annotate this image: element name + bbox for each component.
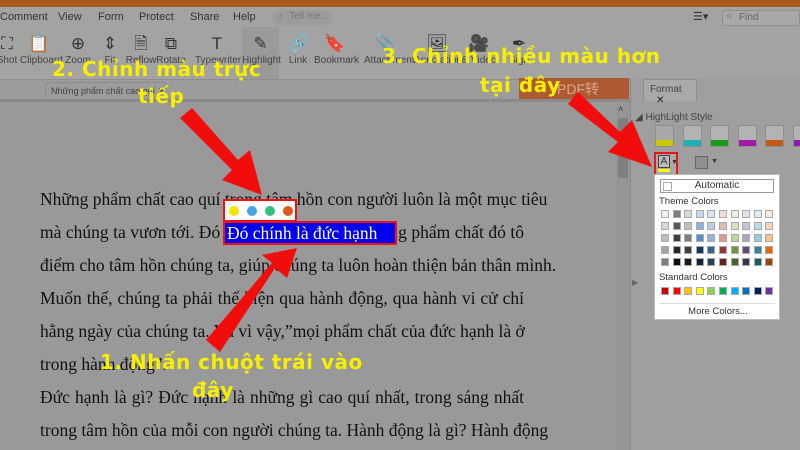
- arrow-step3: [568, 92, 652, 167]
- arrow-step1: [206, 248, 297, 352]
- step3-label: 3. Chỉnh nhiều màu hơn: [382, 44, 661, 68]
- step1-label: 1. Nhấn chuột trái vào: [100, 350, 363, 374]
- step1-label-cont: đây: [192, 378, 234, 402]
- step2-label-cont: tiếp: [138, 84, 185, 108]
- step2-label: 2. Chỉnh màu trực: [52, 57, 262, 81]
- step3-label-cont: tại đây: [480, 73, 561, 97]
- arrow-step2: [180, 108, 262, 195]
